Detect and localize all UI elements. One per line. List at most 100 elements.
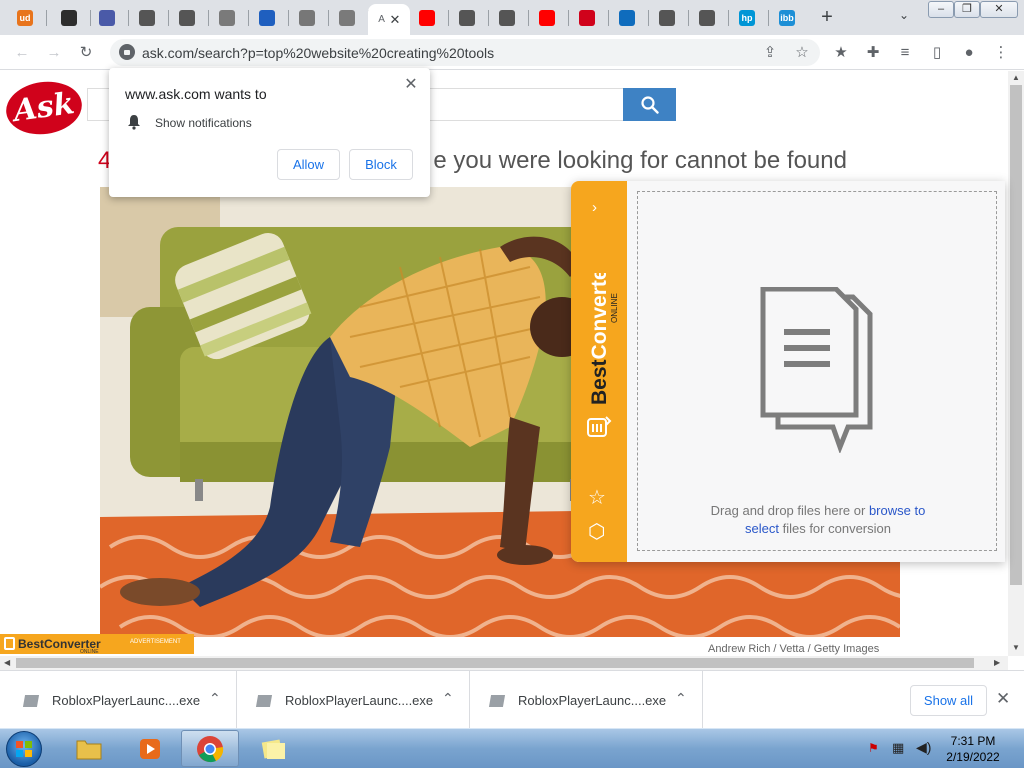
vertical-scroll-thumb[interactable] <box>1010 85 1022 585</box>
tab-search-icon[interactable]: ⌄ <box>894 8 914 28</box>
share-icon[interactable]: ⇪ <box>759 42 781 64</box>
roblox-icon <box>179 9 195 26</box>
steam-icon <box>139 9 155 26</box>
tab-ask[interactable] <box>572 4 602 31</box>
file-drop-zone[interactable]: Drag and drop files here or browse to se… <box>637 191 997 551</box>
back-icon[interactable]: ← <box>11 42 33 64</box>
bookmark-star-icon[interactable]: ☆ <box>791 42 813 64</box>
feather-icon <box>99 9 115 26</box>
address-bar[interactable]: ask.com/search?p=top%20website%20creatin… <box>110 39 820 66</box>
volume-icon[interactable]: ◀) <box>916 739 931 756</box>
action-center-flag-icon[interactable]: ⚑ <box>868 741 879 755</box>
taskbar-clock[interactable]: 7:31 PM 2/19/2022 <box>940 733 1006 765</box>
ask-logo[interactable]: Ask <box>2 76 86 140</box>
taskbar-chrome[interactable] <box>181 730 239 767</box>
taskbar-explorer[interactable] <box>60 730 118 767</box>
taskbar-sticky-notes[interactable] <box>244 730 302 767</box>
search-icon <box>640 95 659 114</box>
vertical-scrollbar[interactable]: ▲ ▼ <box>1008 71 1024 656</box>
scroll-right-arrow-icon[interactable]: ▶ <box>994 658 1000 667</box>
profile-avatar-icon[interactable]: ● <box>958 42 980 64</box>
close-tab-icon[interactable]: ✕ <box>390 12 401 28</box>
taskbar-media-player[interactable] <box>121 730 179 767</box>
horizontal-scrollbar[interactable]: ◀ ▶ <box>0 656 1008 670</box>
chevron-up-icon[interactable]: ⌃ <box>442 690 454 707</box>
roblox-icon <box>699 9 715 26</box>
photo-credit: Andrew Rich / Vetta / Getty Images <box>708 643 880 655</box>
windows-logo-icon <box>16 741 32 757</box>
close-icon[interactable]: ✕ <box>996 689 1010 709</box>
tab-chrome[interactable] <box>452 4 482 31</box>
tab-separator <box>728 10 729 26</box>
extensions-puzzle-icon[interactable]: ✚ <box>862 42 884 64</box>
tab-steam[interactable] <box>132 4 162 31</box>
tab-outlook[interactable] <box>612 4 642 31</box>
chrome-icon <box>459 9 475 26</box>
url-text[interactable]: ask.com/search?p=top%20website%20creatin… <box>142 45 494 61</box>
show-all-button[interactable]: Show all <box>910 685 987 716</box>
download-item[interactable]: RobloxPlayerLaunc....exe ⌃ <box>237 671 470 729</box>
select-link[interactable]: select <box>745 521 779 536</box>
tab-youtube[interactable] <box>412 4 442 31</box>
documents-icon <box>760 287 873 453</box>
tab-separator <box>688 10 689 26</box>
tab-separator <box>648 10 649 26</box>
tab-feather[interactable] <box>92 4 122 31</box>
block-button[interactable]: Block <box>349 149 413 180</box>
browse-link[interactable]: browse to <box>869 503 925 518</box>
drop-zone-text: Drag and drop files here or browse to se… <box>638 502 998 538</box>
triangle-icon <box>259 9 275 26</box>
document-icon <box>219 9 235 26</box>
new-tab-button[interactable]: + <box>815 6 839 30</box>
tab-ibb[interactable]: ibb <box>772 4 802 31</box>
allow-button[interactable]: Allow <box>277 149 340 180</box>
media-control-icon[interactable]: ≡ <box>894 42 916 64</box>
tab-roblox[interactable] <box>652 4 682 31</box>
settings-hexagon-icon[interactable]: ⬡ <box>588 519 605 544</box>
scroll-up-arrow-icon[interactable]: ▲ <box>1012 73 1020 82</box>
tab-separator <box>168 10 169 26</box>
tab-document[interactable] <box>212 4 242 31</box>
tab-film[interactable] <box>54 4 84 31</box>
ask-search-button[interactable] <box>623 88 676 121</box>
tab-roblox[interactable] <box>172 4 202 31</box>
tab-hp[interactable]: hp <box>732 4 762 31</box>
notification-title: www.ask.com wants to <box>125 86 267 102</box>
chevron-right-icon[interactable]: › <box>592 199 597 216</box>
scroll-left-arrow-icon[interactable]: ◀ <box>4 658 10 667</box>
download-filename: RobloxPlayerLaunc....exe <box>52 693 201 708</box>
close-icon[interactable]: ✕ <box>401 74 421 94</box>
reload-icon[interactable]: ↻ <box>75 42 97 64</box>
tab-separator <box>128 10 129 26</box>
forward-icon[interactable]: → <box>43 42 65 64</box>
scroll-down-arrow-icon[interactable]: ▼ <box>1012 643 1020 652</box>
tab-separator <box>568 10 569 26</box>
menu-kebab-icon[interactable]: ⋮ <box>990 42 1012 64</box>
tab-youtube[interactable] <box>532 4 562 31</box>
minimize-button[interactable]: – <box>928 1 954 18</box>
best-converter-ad-bar[interactable]: BestConverter ADVERTISEMENT ONLINE <box>0 634 194 655</box>
tab-triangle[interactable] <box>252 4 282 31</box>
star-outline-icon[interactable]: ☆ <box>588 485 606 510</box>
download-item[interactable]: RobloxPlayerLaunc....exe ⌃ <box>470 671 703 729</box>
tab-ud[interactable]: ud <box>10 4 40 31</box>
chevron-up-icon[interactable]: ⌃ <box>675 690 687 707</box>
download-item[interactable]: RobloxPlayerLaunc....exe ⌃ <box>4 671 237 729</box>
start-button[interactable] <box>6 731 42 767</box>
extension-star-icon[interactable]: ★ <box>830 42 852 64</box>
network-icon[interactable]: ▦ <box>892 740 904 756</box>
side-panel-icon[interactable]: ▯ <box>926 42 948 64</box>
notification-text: Show notifications <box>155 116 252 130</box>
tab-active-ask[interactable]: A ✕ <box>368 4 410 35</box>
restore-button[interactable]: ❐ <box>954 1 980 18</box>
horizontal-scroll-thumb[interactable] <box>16 658 974 668</box>
tab-document[interactable] <box>332 4 362 31</box>
tab-roblox[interactable] <box>692 4 722 31</box>
tab-printer[interactable] <box>292 4 322 31</box>
close-window-button[interactable]: ✕ <box>980 1 1018 18</box>
tab-globe[interactable] <box>492 4 522 31</box>
lock-icon[interactable] <box>119 44 135 60</box>
chevron-up-icon[interactable]: ⌃ <box>209 690 221 707</box>
browser-toolbar: ← → ↻ ask.com/search?p=top%20website%20c… <box>0 35 1024 70</box>
file-icon <box>22 695 40 707</box>
